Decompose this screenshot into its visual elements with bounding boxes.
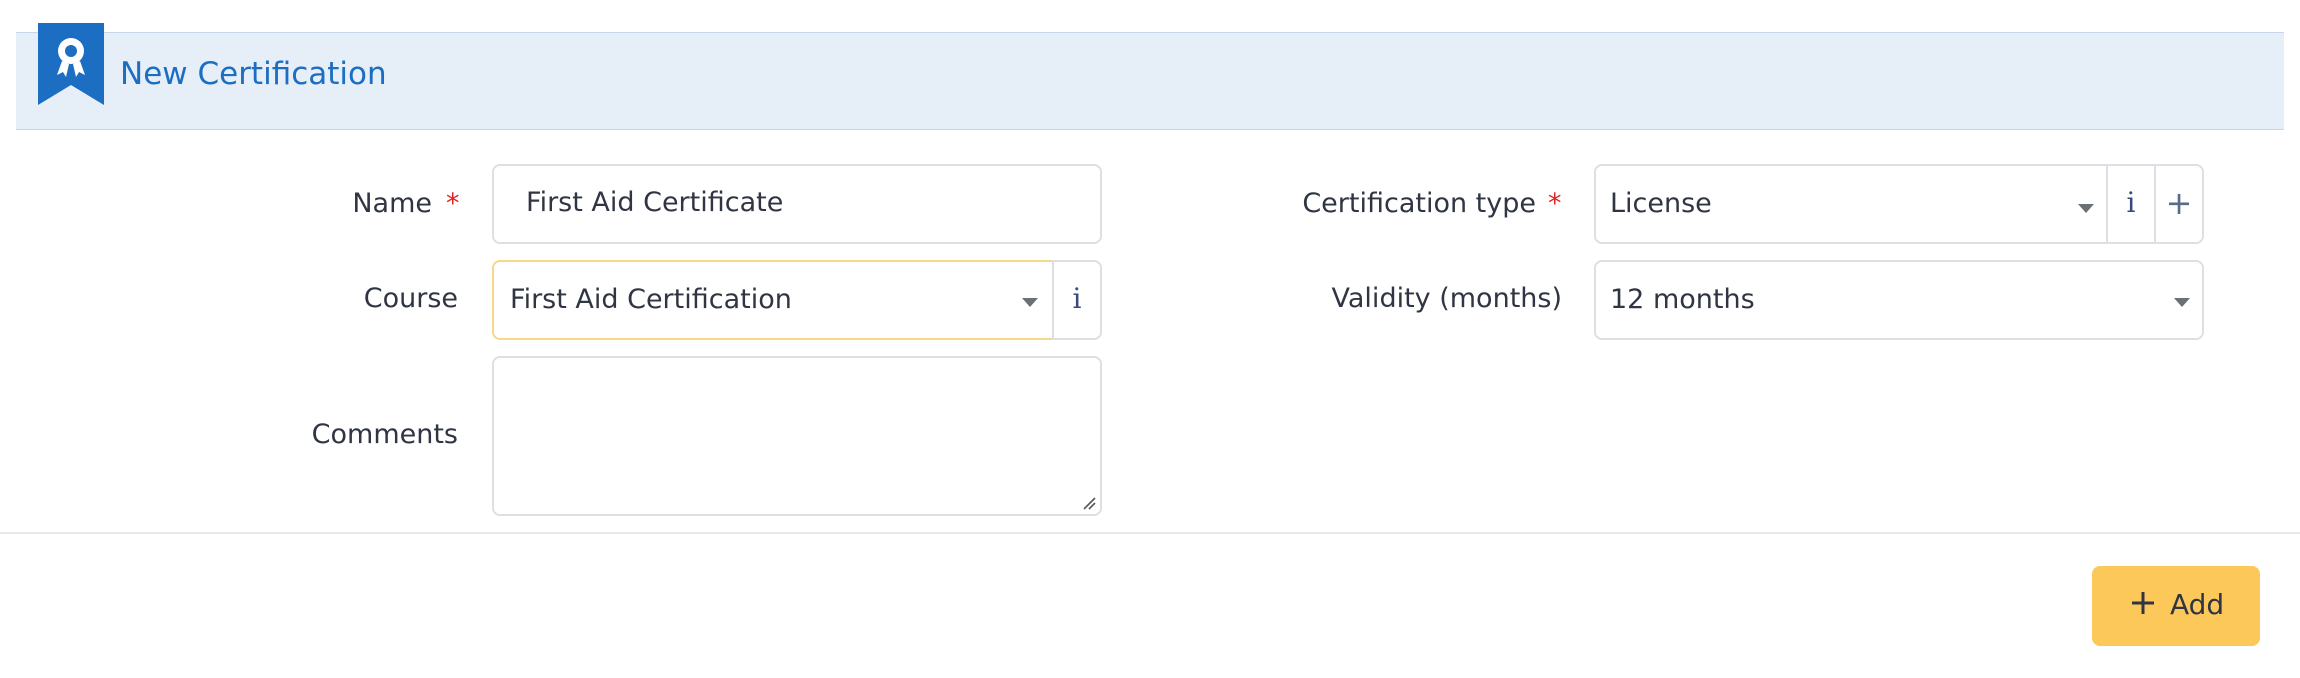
certification-type-label: Certification type — [1302, 188, 1536, 219]
validity-select[interactable]: 12 months — [1594, 260, 2204, 340]
resize-handle-icon[interactable] — [1082, 496, 1096, 510]
certification-type-select[interactable]: License — [1594, 164, 2108, 244]
validity-label: Validity (months) — [1331, 283, 1562, 314]
chevron-down-icon — [2174, 298, 2190, 307]
certificate-ribbon-icon — [38, 23, 104, 105]
plus-icon — [2132, 592, 2154, 614]
comments-textarea[interactable] — [492, 356, 1102, 516]
add-button[interactable]: Add — [2092, 566, 2260, 646]
certification-type-value: License — [1610, 188, 1712, 219]
name-input-value: First Aid Certificate — [526, 187, 784, 218]
course-info-button[interactable]: i — [1052, 260, 1102, 340]
certification-type-info-button[interactable]: i — [2106, 164, 2156, 244]
add-button-label: Add — [2170, 588, 2225, 621]
comments-label: Comments — [311, 419, 458, 450]
course-label: Course — [363, 283, 458, 314]
name-required-marker: * — [446, 188, 460, 219]
certification-type-required-marker: * — [1548, 188, 1562, 219]
course-select-value: First Aid Certification — [510, 284, 792, 315]
name-input[interactable]: First Aid Certificate — [492, 164, 1102, 244]
name-label: Name — [352, 188, 432, 219]
course-select[interactable]: First Aid Certification — [492, 260, 1054, 340]
chevron-down-icon — [1022, 298, 1038, 307]
page-title: New Certification — [120, 56, 387, 92]
certification-type-add-button[interactable]: + — [2154, 164, 2204, 244]
validity-value: 12 months — [1610, 284, 1755, 315]
chevron-down-icon — [2078, 204, 2094, 213]
form-divider — [0, 532, 2300, 534]
